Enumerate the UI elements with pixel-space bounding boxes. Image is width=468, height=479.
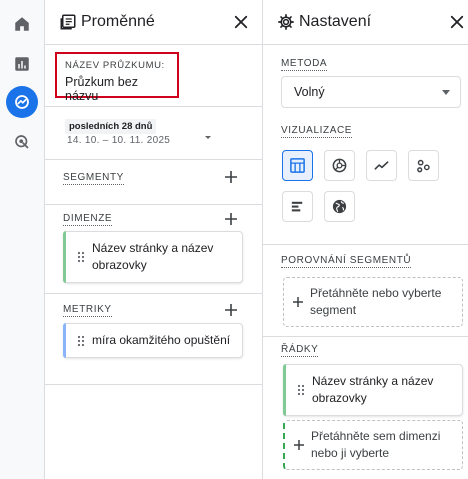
settings-header: Nastavení [263,0,468,44]
exploration-name-field[interactable]: NÁZEV PRŮZKUMU: Průzkum bez názvu [55,52,179,103]
drag-handle-icon[interactable] [77,335,85,347]
visualization-label: VIZUALIZACE [281,125,353,138]
home-icon[interactable] [6,8,38,40]
bar-chart-icon[interactable] [282,191,313,222]
segments-section: SEGMENTY [45,160,263,205]
plus-icon [293,439,305,451]
method-select[interactable]: Volný [281,76,461,108]
header-divider [263,44,468,45]
variables-title: Proměnné [81,13,155,30]
advertising-icon[interactable] [6,126,38,158]
segments-label: SEGMENTY [63,172,124,185]
line-chart-icon[interactable] [366,150,397,181]
variables-panel: Proměnné NÁZEV PRŮZKUMU: Průzkum bez náz… [45,0,263,479]
row-dimension-chip[interactable]: Název stránky a název obrazovky [283,364,463,416]
segment-drop-zone[interactable]: Přetáhněte nebo vyberte segment [283,277,463,327]
close-icon[interactable] [448,13,466,31]
geo-map-icon[interactable] [324,191,355,222]
donut-chart-icon[interactable] [324,150,355,181]
dimension-color-bar [283,364,286,416]
dimensions-section: DIMENZE Název stránky a název obrazovky [45,205,263,294]
header-divider [45,44,262,45]
rows-drop-text: Přetáhněte sem dimenzi nebo ji vyberte [311,429,441,460]
dimensions-label: DIMENZE [63,213,113,226]
method-value: Volný [294,85,325,99]
variables-header: Proměnné [45,0,262,44]
segment-drop-text: Přetáhněte nebo vyberte segment [310,286,442,317]
dimension-color-bar [63,231,66,283]
rows-drop-zone[interactable]: Přetáhněte sem dimenzi nebo ji vyberte [283,420,463,470]
chevron-down-icon[interactable] [203,129,213,139]
left-nav-rail [0,0,45,479]
settings-panel: Nastavení METODA Volný VIZUALIZACE POROV… [263,0,468,479]
add-segment-icon[interactable] [223,169,239,185]
drag-handle-icon[interactable] [77,251,85,263]
date-range-text: 14. 10. – 10. 11. 2025 [67,135,171,146]
metrics-section: METRIKY míra okamžitého opuštění [45,294,263,385]
metric-color-bar [63,323,66,358]
dimension-label: Název stránky a název obrazovky [92,241,214,272]
rows-label: ŘÁDKY [281,344,319,357]
method-label: METODA [281,58,328,71]
date-range-picker[interactable]: posledních 28 dnů 14. 10. – 10. 11. 2025 [45,106,263,160]
gear-icon [277,13,295,31]
close-icon[interactable] [232,13,250,31]
reports-icon[interactable] [6,48,38,80]
row-dimension-label: Název stránky a název obrazovky [312,374,434,405]
plus-icon [292,296,304,308]
exploration-name-label: NÁZEV PRŮZKUMU: [65,60,165,71]
segment-comparison-label: POROVNÁNÍ SEGMENTŮ [281,255,412,268]
add-metric-icon[interactable] [223,302,239,318]
section-divider [263,336,468,337]
metric-chip[interactable]: míra okamžitého opuštění [63,323,243,358]
date-preset-chip: posledních 28 dnů [65,119,157,134]
chevron-down-icon [442,90,450,95]
section-divider [263,244,468,245]
exploration-name-value[interactable]: Průzkum bez názvu [65,75,169,103]
drag-handle-icon[interactable] [297,384,305,396]
add-dimension-icon[interactable] [223,211,239,227]
dimension-chip[interactable]: Název stránky a název obrazovky [63,231,243,283]
explore-icon[interactable] [6,86,38,118]
metric-label: míra okamžitého opuštění [92,333,231,347]
metrics-label: METRIKY [63,304,112,317]
table-icon[interactable] [282,150,313,181]
settings-title: Nastavení [299,13,372,30]
variables-icon [59,13,77,31]
scatter-plot-icon[interactable] [408,150,439,181]
